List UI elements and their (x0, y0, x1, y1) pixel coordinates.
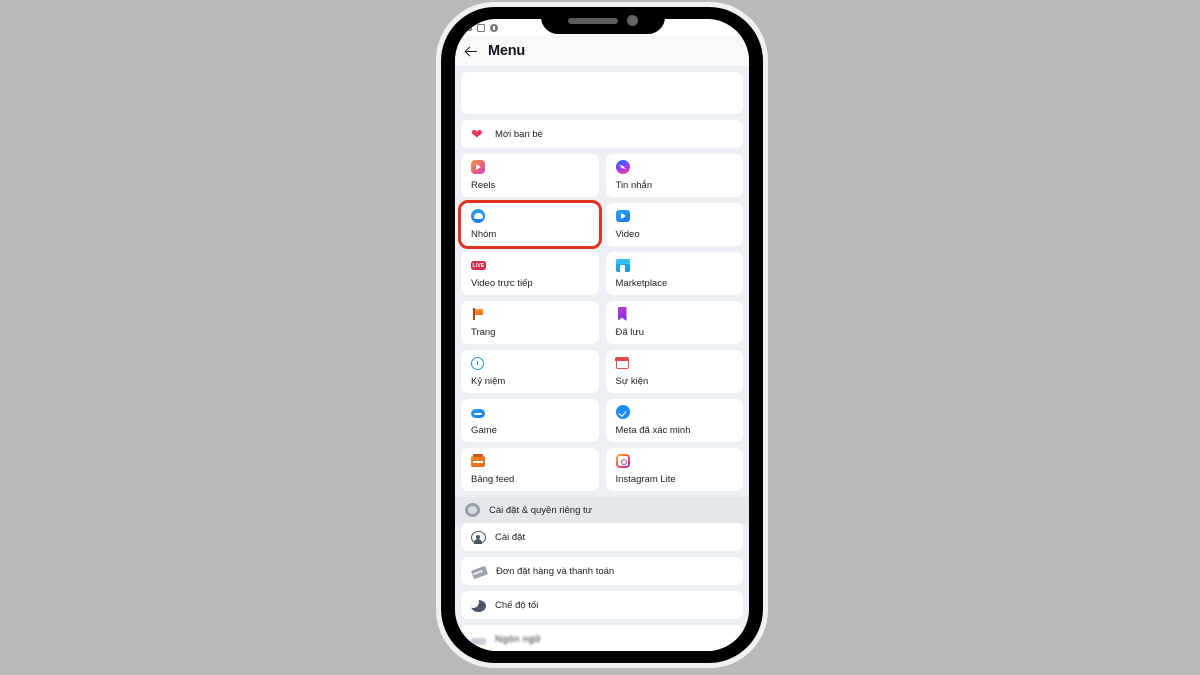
shortcuts-grid: Reels Tin nhắn Nhóm Video LIVE Video trự… (458, 154, 743, 491)
groups-icon (471, 209, 485, 223)
instagram-icon (616, 454, 630, 468)
tile-label: Trang (471, 327, 496, 338)
shield-icon (489, 23, 498, 32)
back-arrow-icon[interactable] (464, 44, 479, 59)
memories-clock-icon (471, 357, 484, 370)
tile-da-luu[interactable]: Đã lưu (605, 301, 743, 344)
tile-label: Đã lưu (615, 327, 645, 338)
tile-instagram-lite[interactable]: Instagram Lite (605, 448, 743, 491)
settings-row-label: Đơn đặt hàng và thanh toán (496, 565, 615, 577)
settings-row-cai-dat[interactable]: Cài đặt (461, 523, 743, 551)
tile-trang[interactable]: Trang (461, 301, 599, 344)
page-title: Menu (488, 43, 526, 59)
tile-su-kien[interactable]: Sự kiện (605, 350, 743, 393)
tile-label: Meta đã xác minh (615, 425, 691, 436)
tile-label: Video trực tiếp (471, 278, 533, 289)
pages-flag-icon (471, 307, 485, 321)
tile-label: Video (615, 229, 640, 240)
tile-tin-nhan[interactable]: Tin nhắn (605, 154, 743, 197)
tile-label: Instagram Lite (615, 474, 676, 485)
speaker-grille-icon (568, 17, 618, 24)
tile-bang-feed[interactable]: Bảng feed (461, 448, 599, 491)
settings-row-label: Ngôn ngữ (495, 633, 542, 645)
tile-reels[interactable]: Reels (461, 154, 599, 197)
person-icon (471, 531, 486, 545)
tile-video[interactable]: Video (605, 203, 743, 246)
events-calendar-icon (615, 356, 629, 369)
settings-row-che-do-toi[interactable]: Chế độ tối (461, 591, 743, 619)
video-icon (615, 210, 630, 222)
invite-friends-row[interactable]: ❤ Mời bạn bè (461, 120, 743, 148)
tile-marketplace[interactable]: Marketplace (605, 252, 743, 295)
bookmark-saved-icon (617, 307, 627, 321)
phone-notch (541, 7, 665, 34)
gear-icon (465, 503, 480, 517)
verified-badge-icon (615, 405, 630, 419)
live-video-icon: LIVE (471, 261, 486, 270)
marketplace-icon (615, 259, 630, 272)
tile-label: Kỷ niệm (471, 376, 506, 387)
tile-ky-niem[interactable]: Kỷ niệm (461, 350, 599, 393)
settings-row-label: Cài đặt (495, 531, 526, 543)
screenshot-stage: 25 Menu ❤ Mời bạn bè Reels (0, 0, 1200, 675)
tile-video-truc-tiep[interactable]: LIVE Video trực tiếp (461, 252, 599, 295)
gaming-controller-icon (471, 409, 485, 418)
messenger-icon (615, 160, 630, 174)
front-camera-icon (627, 15, 638, 26)
settings-row-partial[interactable]: Ngôn ngữ (461, 625, 743, 651)
tile-meta-da-xac-minh[interactable]: Meta đã xác minh (605, 399, 743, 442)
settings-section-header[interactable]: Cài đặt & quyền riêng tư (455, 497, 749, 523)
phone-screen: 25 Menu ❤ Mời bạn bè Reels (455, 19, 749, 651)
tile-label: Game (471, 425, 497, 436)
tile-label: Nhóm (471, 229, 497, 240)
feeds-icon (471, 454, 485, 467)
menu-scroll-content[interactable]: ❤ Mời bạn bè Reels Tin nhắn Nhóm Video L… (455, 66, 749, 651)
tile-game[interactable]: Game (461, 399, 599, 442)
settings-section-title: Cài đặt & quyền riêng tư (489, 504, 593, 516)
profile-card-placeholder[interactable] (461, 72, 743, 114)
square-icon (476, 23, 485, 32)
settings-row-don-dat-hang[interactable]: Đơn đặt hàng và thanh toán (461, 557, 743, 585)
moon-icon (471, 599, 486, 612)
tile-label: Tin nhắn (615, 180, 653, 191)
orders-icon (470, 565, 489, 580)
tile-label: Bảng feed (471, 474, 515, 485)
settings-row-label: Chế độ tối (495, 599, 539, 611)
blurred-icon (471, 637, 486, 645)
tile-label: Reels (471, 180, 496, 191)
app-header: Menu (455, 36, 749, 66)
tile-label: Marketplace (615, 278, 668, 289)
reels-icon (471, 160, 485, 174)
invite-friends-label: Mời bạn bè (495, 128, 543, 140)
tile-nhom[interactable]: Nhóm (458, 200, 602, 249)
heart-icon: ❤ (471, 125, 483, 142)
tile-label: Sự kiện (615, 376, 649, 387)
